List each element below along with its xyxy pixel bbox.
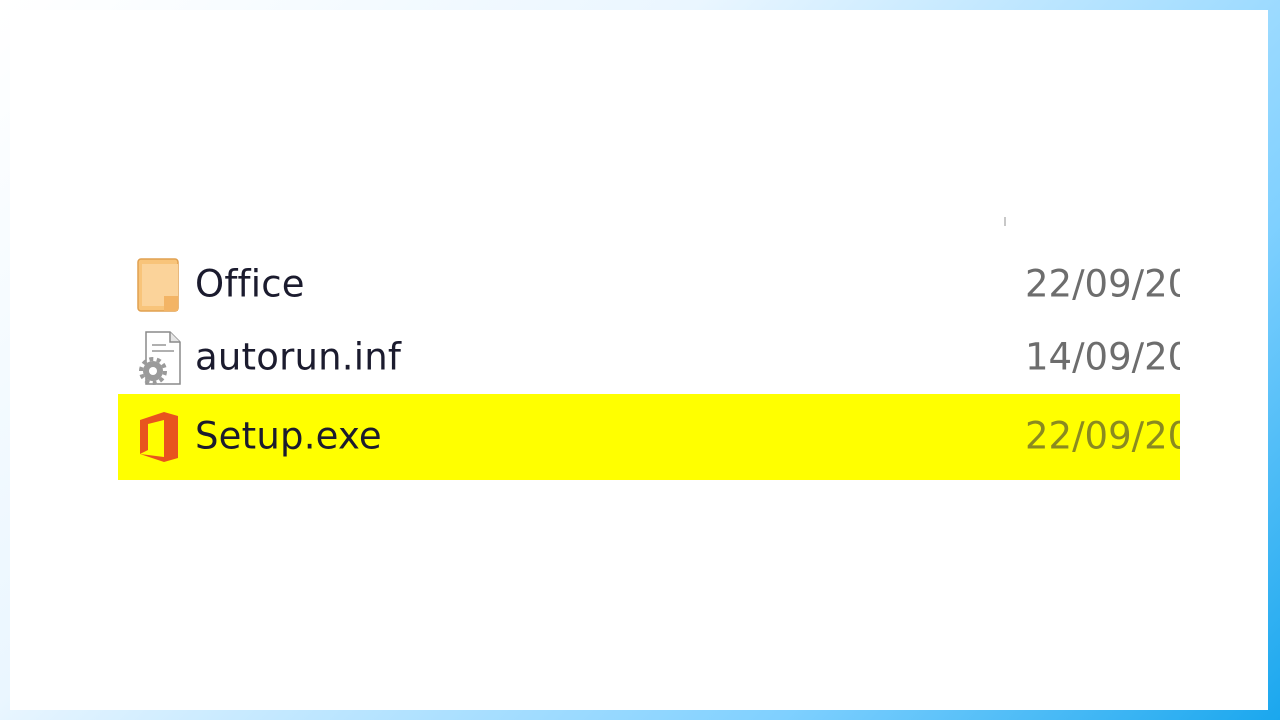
file-date: 22/09/20 (1025, 262, 1180, 306)
file-name: Setup.exe (195, 414, 382, 458)
file-row-setup[interactable]: Setup.exe 22/09/20 (118, 394, 1180, 480)
file-row-office[interactable]: Office 22/09/20 (118, 248, 1180, 321)
settings-file-icon (134, 329, 184, 387)
file-row-autorun[interactable]: autorun.inf 14/09/20 (118, 321, 1180, 394)
folder-icon (134, 256, 184, 314)
file-name: autorun.inf (195, 335, 402, 379)
file-date: 22/09/20 (1025, 414, 1180, 458)
file-name: Office (195, 262, 305, 306)
file-date: 14/09/20 (1025, 335, 1180, 379)
explorer-window: Office 22/09/20 autorun.inf 14/09/20 Set… (10, 10, 1268, 710)
office-logo-icon (134, 408, 184, 466)
file-list: Office 22/09/20 autorun.inf 14/09/20 Set… (118, 248, 1180, 480)
column-divider[interactable] (1004, 217, 1006, 226)
